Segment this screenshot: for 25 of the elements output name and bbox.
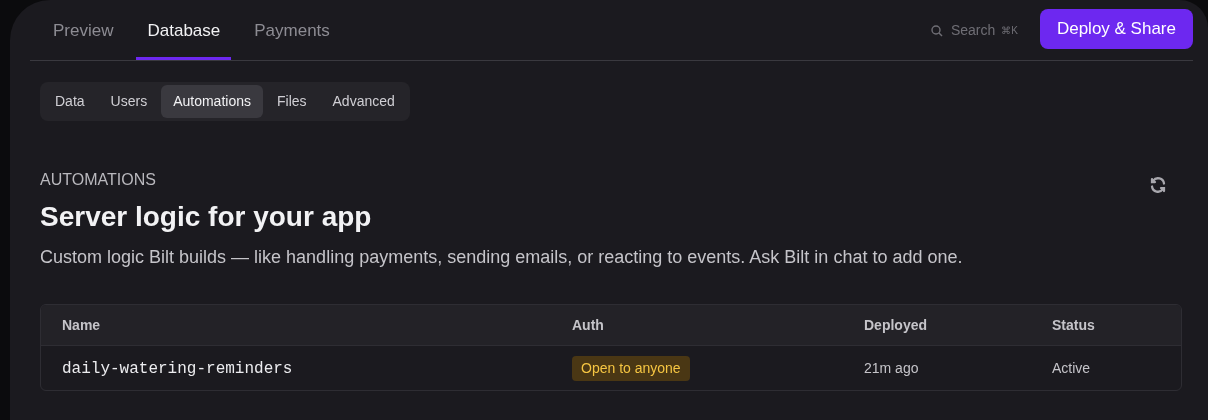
shortcut-hint: ⌘K xyxy=(1001,24,1018,38)
column-header: Name xyxy=(62,317,101,333)
sub-tab[interactable]: Automations xyxy=(161,85,263,118)
auth-badge: Open to anyone xyxy=(572,355,690,381)
sub-tab[interactable]: Advanced xyxy=(320,85,407,118)
column-header: Deployed xyxy=(864,317,927,333)
nav-tab[interactable]: Payments xyxy=(243,1,341,60)
deploy-button[interactable]: Deploy & Share xyxy=(1039,8,1193,49)
refresh-icon[interactable] xyxy=(1149,176,1167,194)
status-text: Active xyxy=(1052,360,1091,376)
nav-tab[interactable]: Database xyxy=(136,1,232,60)
sub-tab[interactable]: Users xyxy=(98,85,160,118)
search-icon xyxy=(930,24,943,37)
section-description: Custom logic Bilt builds — like handling payments, sending emails, or reacting to events. Ask Bilt in chat to add one. xyxy=(40,246,963,269)
deployed-time: 21m ago xyxy=(864,360,919,376)
column-header: Auth xyxy=(572,317,604,333)
nav-tab[interactable]: Preview xyxy=(42,1,125,60)
automation-name: daily-watering-reminders xyxy=(62,359,293,378)
section-eyebrow: AUTOMATIONS xyxy=(40,170,157,190)
column-header: Status xyxy=(1052,317,1095,333)
sub-tab[interactable]: Files xyxy=(264,85,319,118)
search-placeholder: Search xyxy=(950,21,996,40)
section-title: Server logic for your app xyxy=(40,200,373,234)
search-field[interactable]: Search ⌘K xyxy=(930,20,1018,41)
sub-tab[interactable]: Data xyxy=(43,85,97,118)
